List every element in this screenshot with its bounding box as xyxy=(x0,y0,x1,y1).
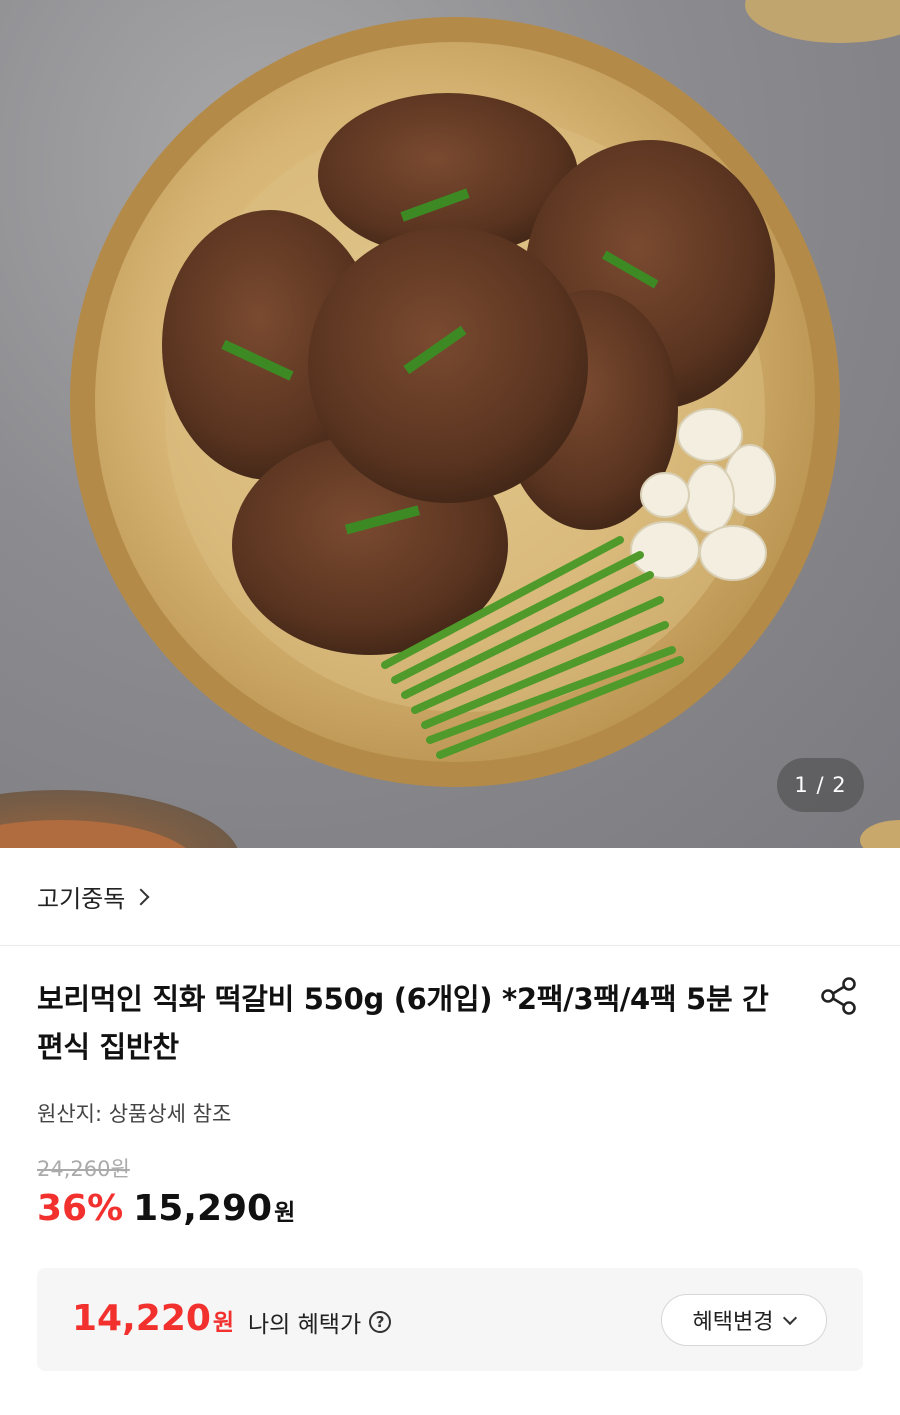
change-benefit-label: 혜택변경 xyxy=(692,1310,774,1335)
benefit-price-currency: 원 xyxy=(212,1310,235,1336)
store-name: 고기중독 xyxy=(37,885,126,913)
benefit-box: 14,220 원 나의 혜택가 ? 혜택변경 xyxy=(37,1268,863,1371)
chevron-down-icon xyxy=(783,1310,798,1325)
share-button[interactable] xyxy=(815,972,863,1020)
benefit-price: 14,220 원 xyxy=(72,1298,234,1339)
benefit-price-value: 14,220 xyxy=(72,1298,211,1339)
origin-info: 원산지: 상품상세 참조 xyxy=(37,1102,232,1126)
image-page-indicator: 1 / 2 xyxy=(777,758,864,812)
share-icon xyxy=(821,977,856,1015)
store-row: 고기중독 xyxy=(0,848,900,946)
price-row: 36% 15,290 원 xyxy=(37,1188,295,1229)
original-price: 24,260원 xyxy=(37,1157,130,1181)
benefit-label-group: 나의 혜택가 ? xyxy=(248,1305,392,1339)
benefit-label: 나의 혜택가 xyxy=(248,1312,362,1338)
product-image[interactable]: 1 / 2 xyxy=(0,0,900,848)
discount-rate: 36% xyxy=(37,1188,124,1229)
product-title: 보리먹인 직화 떡갈비 550g (6개입) *2팩/3팩/4팩 5분 간편식 … xyxy=(37,982,769,1064)
change-benefit-button[interactable]: 혜택변경 xyxy=(661,1294,827,1346)
chevron-right-icon xyxy=(132,888,150,905)
store-link[interactable]: 고기중독 xyxy=(37,879,150,914)
help-icon[interactable]: ? xyxy=(369,1311,392,1333)
sale-price: 15,290 xyxy=(133,1188,273,1229)
product-photo xyxy=(0,0,900,848)
sale-price-currency: 원 xyxy=(274,1200,296,1226)
